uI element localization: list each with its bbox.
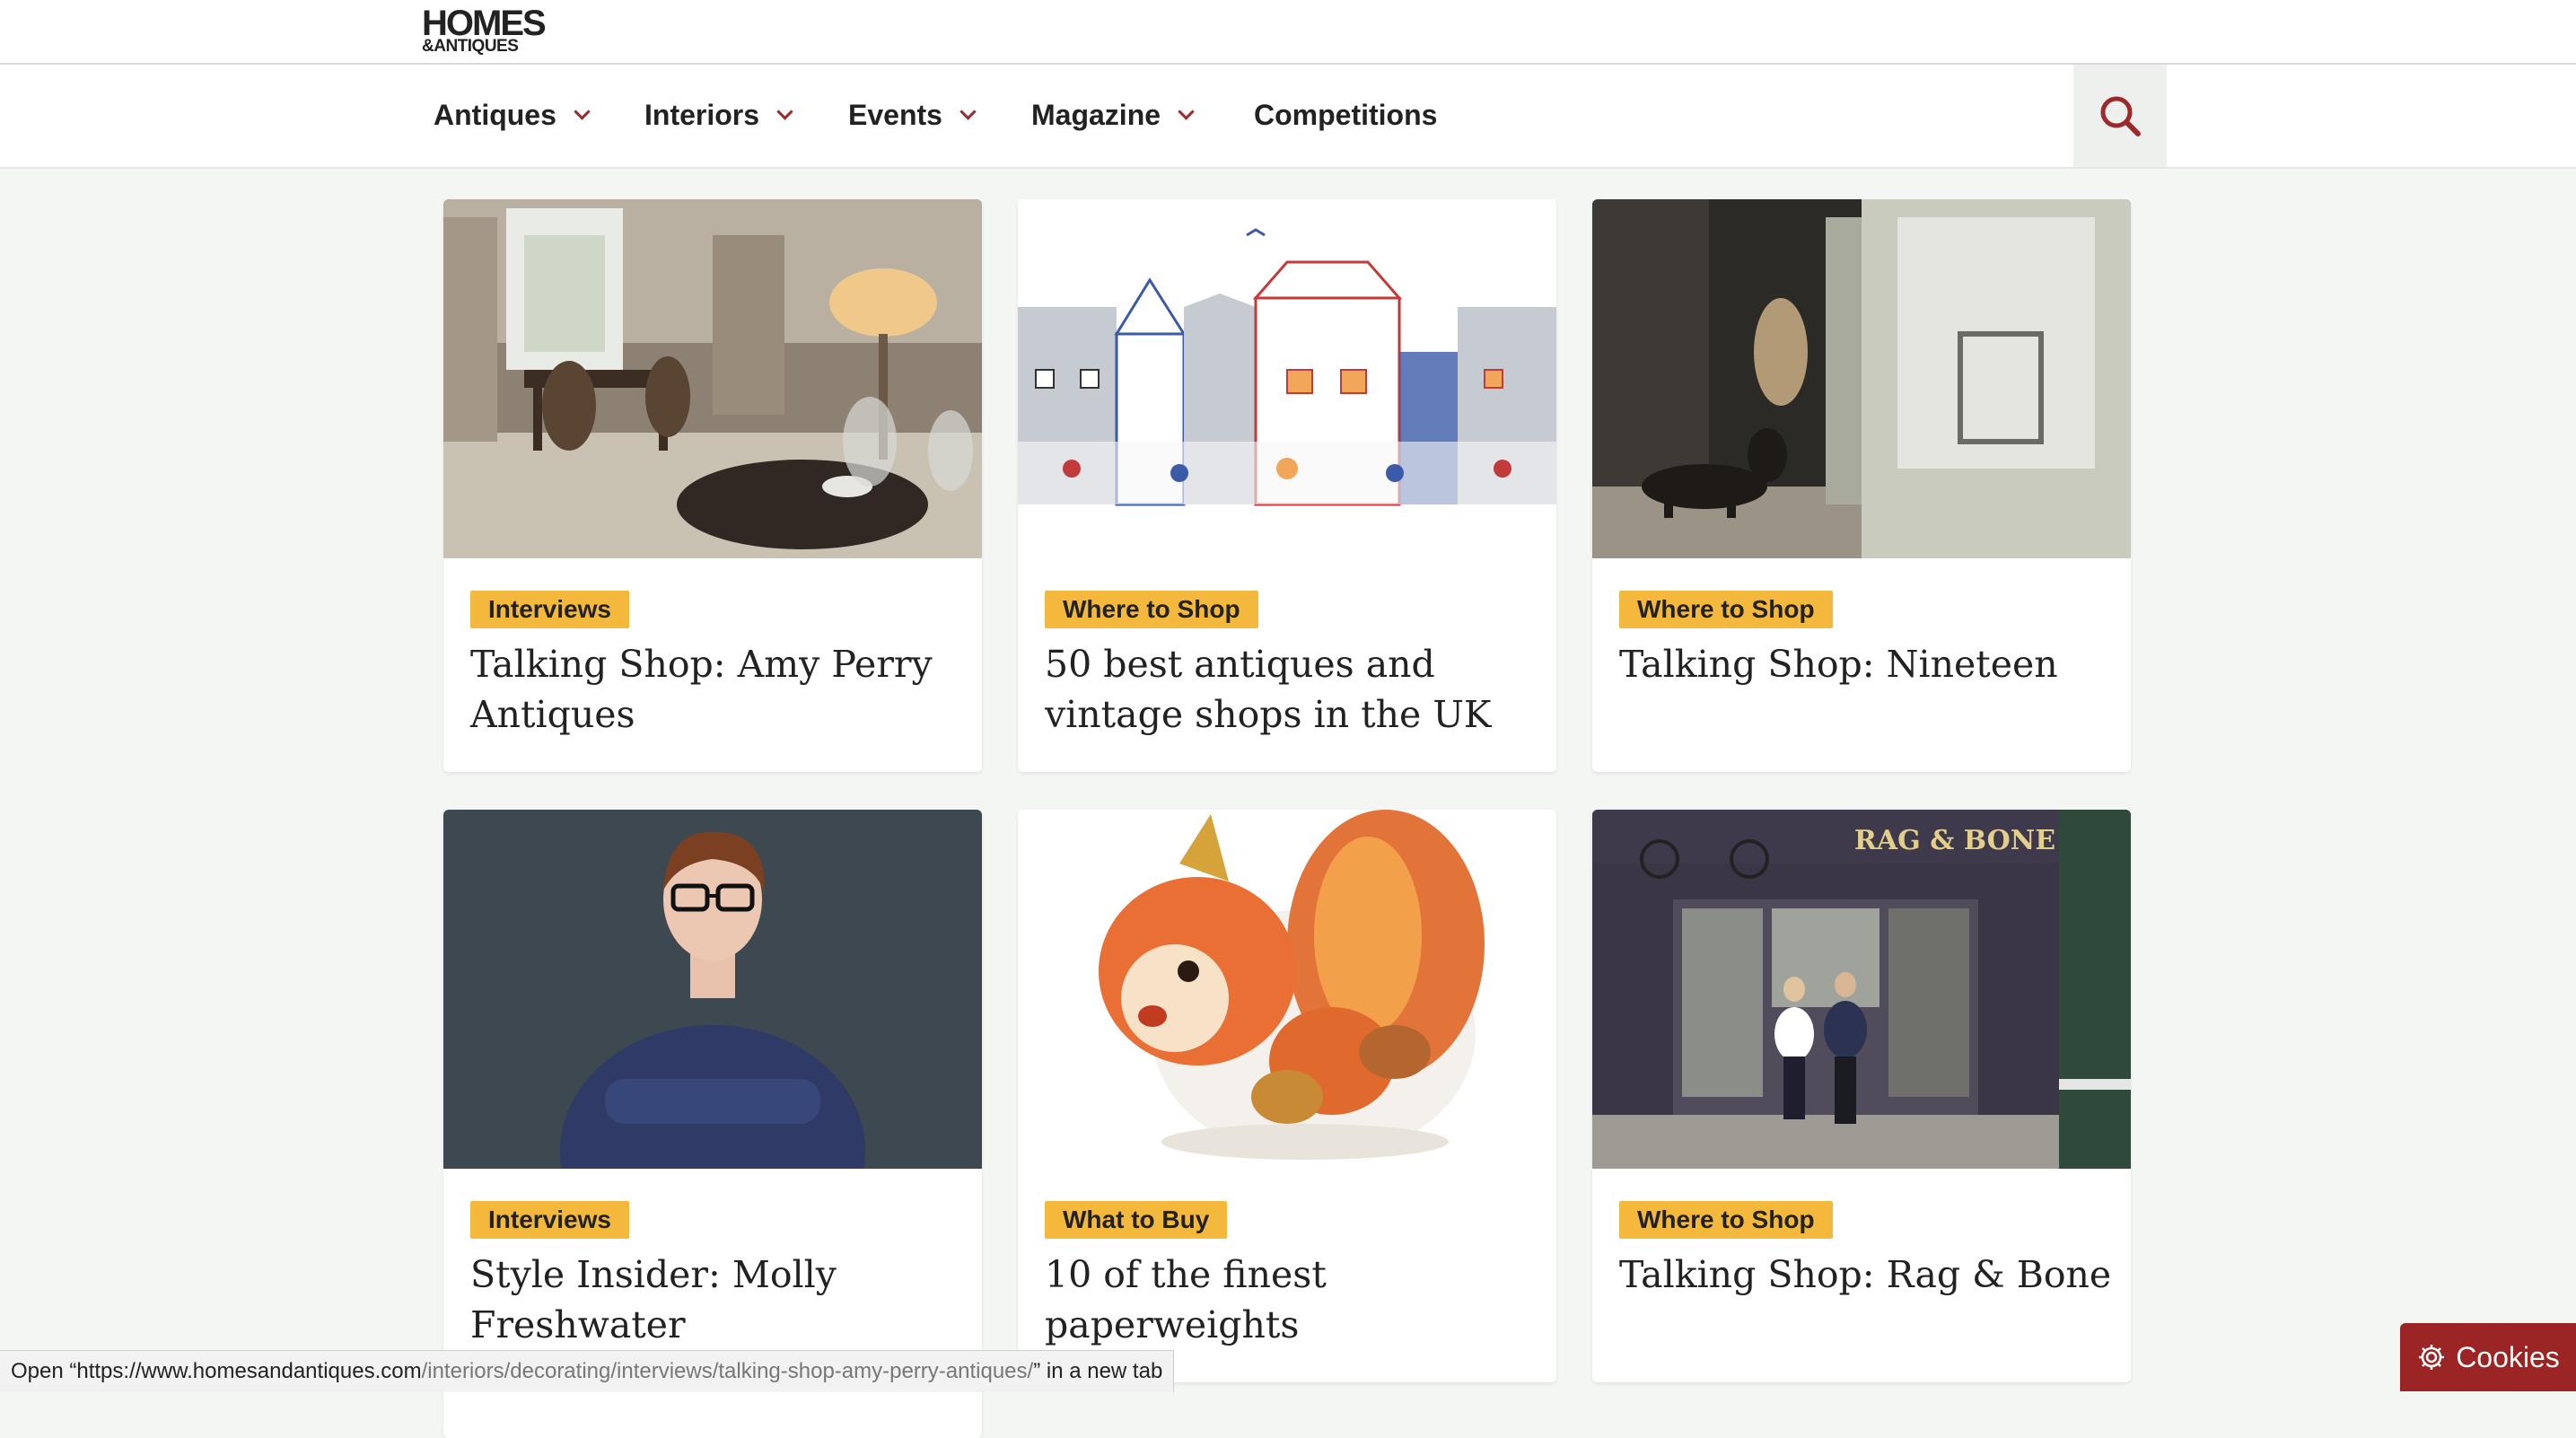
nav-item-label: Antiques — [434, 99, 556, 131]
nav-item-interiors[interactable]: Interiors — [644, 99, 793, 132]
search-button[interactable] — [2073, 65, 2167, 167]
article-title[interactable]: Talking Shop: Rag & Bone — [1619, 1249, 2113, 1300]
article-card[interactable]: What to Buy 10 of the finest paperweight… — [1018, 810, 1556, 1382]
nav-item-label: Interiors — [644, 99, 760, 131]
chevron-down-icon — [574, 103, 591, 120]
article-image-antique-shop[interactable] — [443, 199, 982, 558]
article-card[interactable]: RAG & BONE Where to Shop Talking Shop: R… — [1592, 810, 2131, 1382]
status-suffix: ” in a new tab — [1033, 1359, 1163, 1383]
top-bar: HOMES &ANTIQUES — [0, 0, 2576, 65]
category-tag[interactable]: Where to Shop — [1045, 591, 1258, 628]
article-title[interactable]: 10 of the finest paperweights — [1045, 1249, 1538, 1350]
article-card[interactable]: Interviews Talking Shop: Amy Perry Antiq… — [443, 199, 982, 772]
logo-text-top: HOMES — [422, 4, 547, 43]
main-nav: Antiques Interiors Events Magazine Compe… — [0, 65, 2576, 169]
article-image-portrait[interactable] — [443, 810, 982, 1169]
article-title[interactable]: 50 best antiques and vintage shops in th… — [1045, 639, 1538, 740]
article-card[interactable]: Where to Shop Talking Shop: Nineteen — [1592, 199, 2131, 772]
chevron-down-icon — [959, 103, 977, 120]
cookies-label: Cookies — [2456, 1340, 2560, 1373]
search-icon — [2100, 96, 2141, 136]
nav-item-antiques[interactable]: Antiques — [434, 99, 591, 132]
category-tag[interactable]: Interviews — [470, 591, 629, 628]
nav-item-events[interactable]: Events — [848, 99, 977, 132]
nav-item-competitions[interactable]: Competitions — [1254, 99, 1437, 132]
article-card[interactable]: Where to Shop 50 best antiques and vinta… — [1018, 199, 1556, 772]
article-title[interactable]: Talking Shop: Nineteen — [1619, 639, 2113, 689]
article-image-illustrated-shops[interactable] — [1018, 199, 1556, 558]
status-url-path: /interiors/decorating/interviews/talking… — [421, 1359, 1034, 1383]
article-card[interactable]: Interviews Style Insider: Molly Freshwat… — [443, 810, 982, 1438]
chevron-down-icon — [1178, 103, 1195, 120]
gear-icon — [2419, 1345, 2445, 1370]
article-image-rag-and-bone[interactable]: RAG & BONE — [1592, 810, 2131, 1169]
article-title[interactable]: Talking Shop: Amy Perry Antiques — [470, 639, 964, 740]
nav-item-label: Magazine — [1031, 99, 1161, 131]
category-tag[interactable]: Where to Shop — [1619, 1201, 1833, 1239]
browser-status-bar: Open “https://www.homesandantiques.com/i… — [0, 1350, 1175, 1392]
chevron-down-icon — [776, 103, 793, 120]
nav-item-magazine[interactable]: Magazine — [1031, 99, 1195, 132]
shop-sign-text: RAG & BONE — [1854, 825, 2055, 856]
category-tag[interactable]: Where to Shop — [1619, 591, 1833, 628]
cookies-button[interactable]: Cookies — [2400, 1323, 2576, 1391]
site-logo[interactable]: HOMES &ANTIQUES — [422, 5, 556, 55]
article-title[interactable]: Style Insider: Molly Freshwater — [470, 1249, 964, 1350]
article-image-paperweight[interactable] — [1018, 810, 1556, 1169]
category-tag[interactable]: What to Buy — [1045, 1201, 1228, 1239]
category-tag[interactable]: Interviews — [470, 1201, 629, 1239]
article-image-dachshund[interactable] — [1592, 199, 2131, 558]
status-url-host: https://www.homesandantiques.com — [76, 1359, 422, 1383]
status-prefix: Open “ — [11, 1359, 77, 1383]
nav-item-label: Events — [848, 99, 942, 131]
nav-item-label: Competitions — [1254, 99, 1438, 131]
